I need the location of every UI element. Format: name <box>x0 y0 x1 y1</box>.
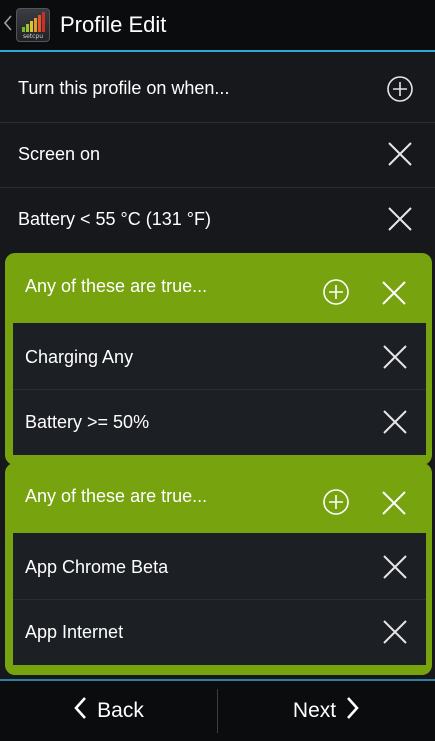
page-title: Profile Edit <box>60 12 167 37</box>
condition-label: Battery < 55 °C (131 °F) <box>18 209 211 229</box>
group-item-row[interactable]: Charging Any <box>13 325 426 390</box>
chevron-left-icon[interactable] <box>3 14 14 36</box>
condition-group: Any of these are true... Charging Any Ba… <box>5 253 432 465</box>
back-label: Back <box>97 699 144 722</box>
close-icon[interactable] <box>380 552 410 582</box>
next-button[interactable]: Next <box>218 681 435 741</box>
close-icon[interactable] <box>379 278 409 308</box>
signal-bars-icon <box>22 12 45 32</box>
condition-label: Screen on <box>18 144 101 164</box>
condition-header-label: Turn this profile on when... <box>18 78 230 98</box>
close-icon[interactable] <box>380 407 410 437</box>
group-item-label: Battery >= 50% <box>25 412 150 432</box>
close-icon[interactable] <box>380 617 410 647</box>
bottom-bar: Back Next <box>0 679 435 741</box>
condition-group: Any of these are true... App Chrome Beta… <box>5 463 432 675</box>
app-icon-caption: setcpu <box>22 33 44 40</box>
condition-row[interactable]: Screen on <box>0 122 435 187</box>
group-item-row[interactable]: Battery >= 50% <box>13 390 426 455</box>
group-header-label: Any of these are true... <box>25 275 208 296</box>
action-bar: setcpu Profile Edit <box>0 0 435 52</box>
add-circle-icon[interactable] <box>321 277 351 307</box>
close-icon[interactable] <box>385 204 415 234</box>
next-label: Next <box>292 699 337 722</box>
group-header[interactable]: Any of these are true... <box>5 253 432 319</box>
group-item-label: App Internet <box>25 622 124 642</box>
group-header[interactable]: Any of these are true... <box>5 463 432 529</box>
back-button[interactable]: Back <box>0 681 217 741</box>
condition-row[interactable]: Battery < 55 °C (131 °F) <box>0 187 435 252</box>
add-circle-icon[interactable] <box>385 74 415 104</box>
group-item-label: App Chrome Beta <box>25 557 169 577</box>
condition-header-row: Turn this profile on when... <box>0 56 435 121</box>
chevron-left-icon <box>73 696 87 726</box>
group-header-label: Any of these are true... <box>25 485 208 506</box>
add-circle-icon[interactable] <box>321 487 351 517</box>
group-items: App Chrome Beta App Internet <box>13 533 426 665</box>
group-items: Charging Any Battery >= 50% <box>13 323 426 455</box>
chevron-right-icon <box>346 696 360 726</box>
close-icon[interactable] <box>379 488 409 518</box>
group-item-label: Charging Any <box>25 347 134 367</box>
group-item-row[interactable]: App Chrome Beta <box>13 535 426 600</box>
setcpu-app-icon[interactable]: setcpu <box>16 8 50 42</box>
close-icon[interactable] <box>380 342 410 372</box>
group-item-row[interactable]: App Internet <box>13 600 426 665</box>
close-icon[interactable] <box>385 139 415 169</box>
